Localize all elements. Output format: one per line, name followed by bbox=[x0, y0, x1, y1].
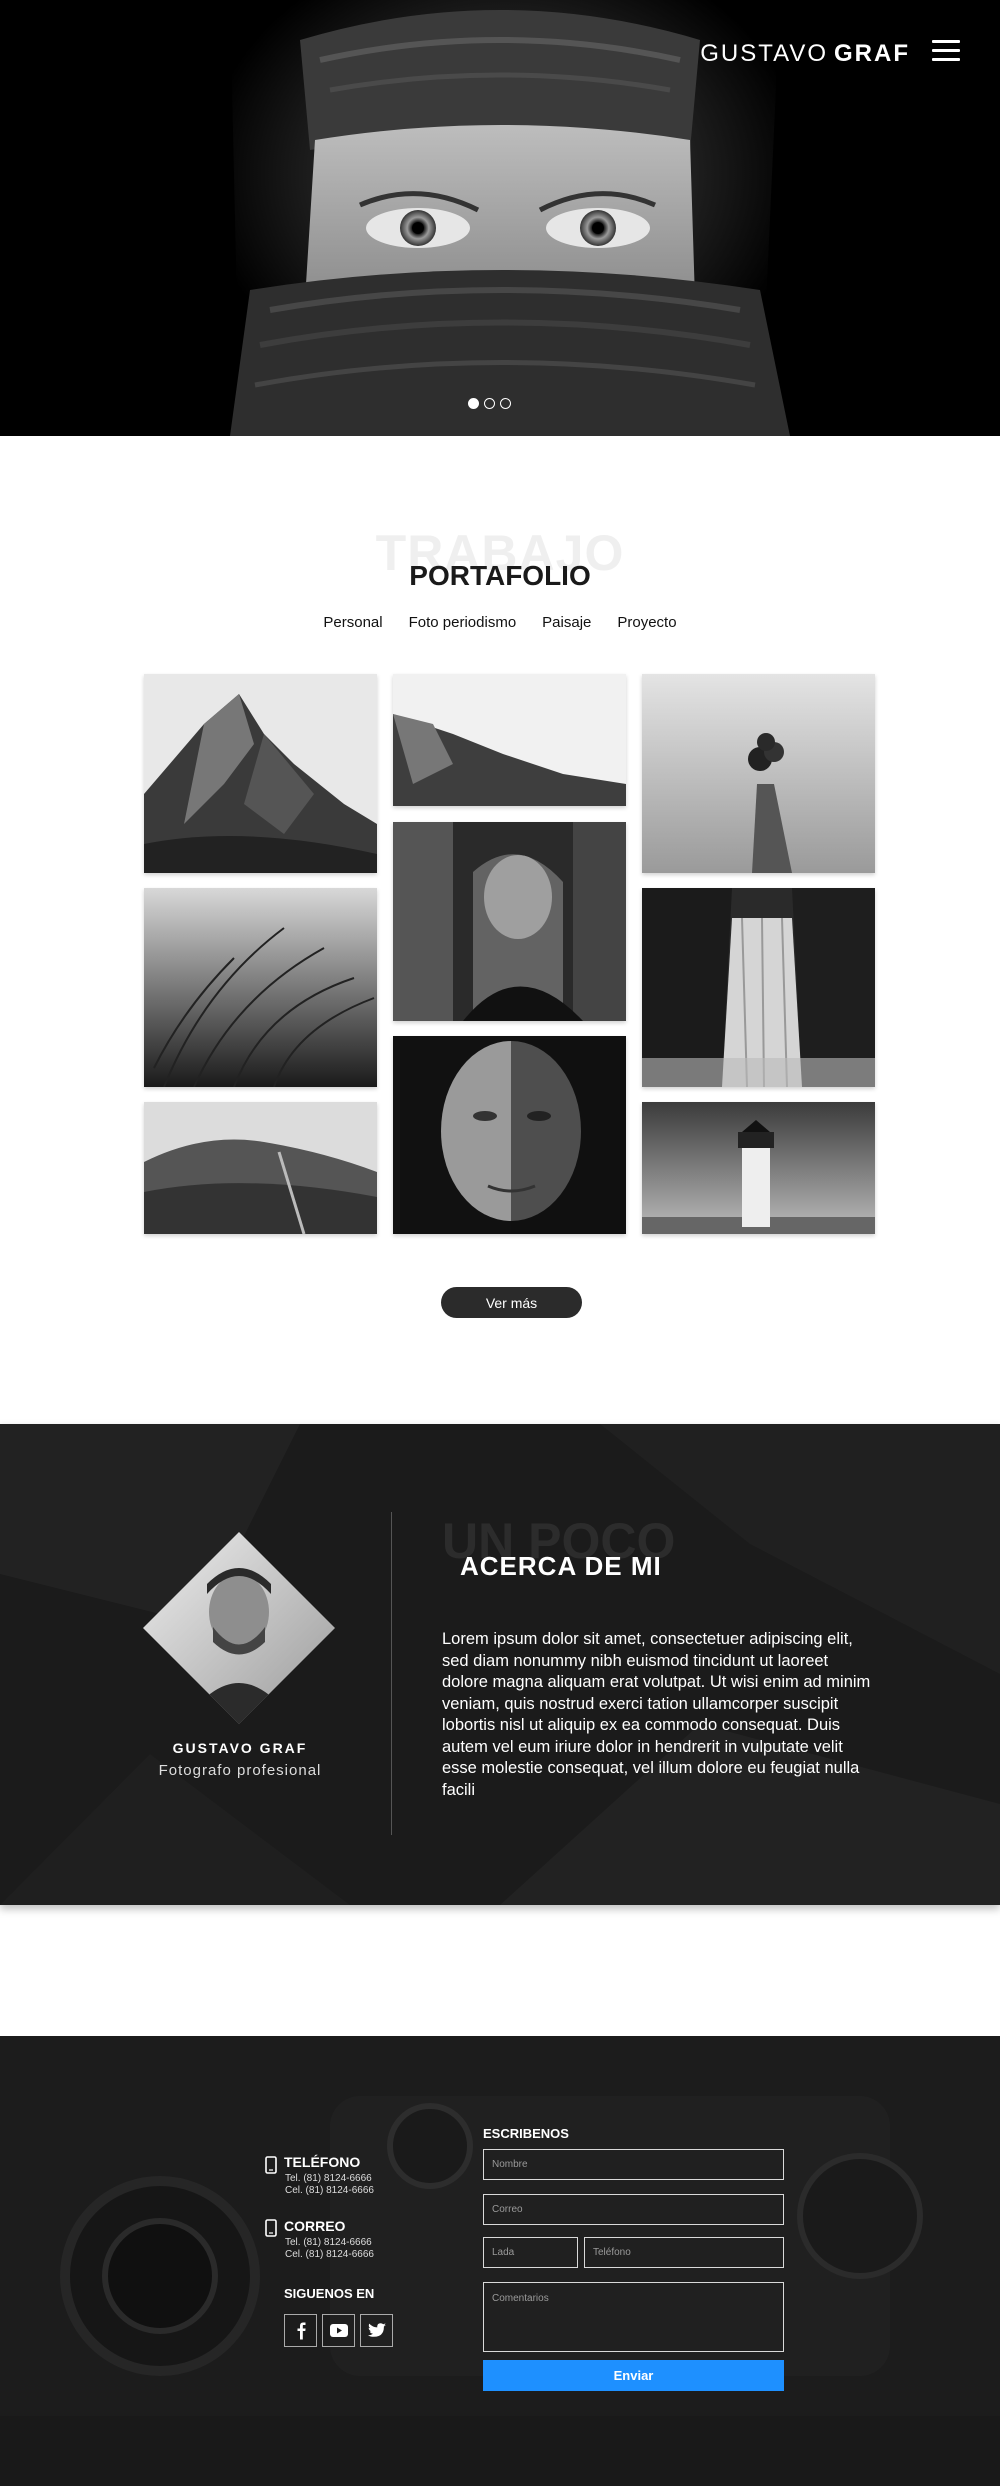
mail-icon bbox=[265, 2219, 277, 2237]
slider-dot-1[interactable] bbox=[468, 398, 479, 409]
gallery-photo-lighthouse[interactable] bbox=[642, 1102, 875, 1234]
slider-dots bbox=[468, 398, 511, 409]
gallery-photo-mountain-ridge[interactable] bbox=[393, 674, 626, 806]
gallery-photo-waterfall[interactable] bbox=[642, 888, 875, 1087]
gallery-photo-grass[interactable] bbox=[144, 888, 377, 1087]
phone-field[interactable] bbox=[584, 2237, 784, 2268]
filter-proyecto[interactable]: Proyecto bbox=[615, 614, 678, 631]
contact-section: TELÉFONO Tel. (81) 8124-6666 Cel. (81) 8… bbox=[0, 2036, 1000, 2486]
menu-bar bbox=[932, 49, 960, 52]
ver-mas-button[interactable]: Ver más bbox=[441, 1287, 582, 1318]
avatar bbox=[143, 1532, 335, 1724]
hamburger-menu-icon[interactable] bbox=[932, 40, 960, 64]
slider-dot-2[interactable] bbox=[484, 398, 495, 409]
hero-banner: GUSTAVO GRAF bbox=[0, 0, 1000, 436]
gallery-photo-flowers-hand[interactable] bbox=[642, 674, 875, 873]
gallery-photo-hills-path[interactable] bbox=[144, 1102, 377, 1234]
about-divider bbox=[391, 1512, 392, 1835]
about-title: ACERCA DE MI bbox=[460, 1551, 662, 1581]
social-links bbox=[284, 2314, 393, 2347]
filter-paisaje[interactable]: Paisaje bbox=[540, 614, 593, 631]
filter-foto-periodismo[interactable]: Foto periodismo bbox=[407, 614, 519, 631]
mail-title: CORREO bbox=[284, 2218, 346, 2234]
gallery-photo-mountain-peak[interactable] bbox=[144, 674, 377, 873]
youtube-icon[interactable] bbox=[322, 2314, 355, 2347]
logo-last-name: GRAF bbox=[834, 40, 910, 67]
menu-bar bbox=[932, 40, 960, 43]
portfolio-section: TRABAJO PORTAFOLIO Personal Foto periodi… bbox=[0, 436, 1000, 1424]
about-name: GUSTAVO GRAF bbox=[172, 1740, 308, 1756]
about-role: Fotografo profesional bbox=[158, 1762, 322, 1779]
menu-bar bbox=[932, 58, 960, 61]
mail-tel: Tel. (81) 8124-6666 bbox=[285, 2237, 372, 2248]
social-title: SIGUENOS EN bbox=[284, 2286, 375, 2301]
gallery-photo-woman-portrait[interactable] bbox=[393, 822, 626, 1021]
logo-first-name: GUSTAVO bbox=[700, 40, 828, 67]
portfolio-title: PORTAFOLIO bbox=[409, 560, 591, 591]
facebook-icon[interactable] bbox=[284, 2314, 317, 2347]
mail-cel: Cel. (81) 8124-6666 bbox=[285, 2249, 374, 2260]
phone-cel: Cel. (81) 8124-6666 bbox=[285, 2185, 374, 2196]
area-code-field[interactable] bbox=[483, 2237, 578, 2268]
slider-dot-3[interactable] bbox=[500, 398, 511, 409]
filter-personal[interactable]: Personal bbox=[321, 614, 384, 631]
send-button[interactable]: Enviar bbox=[483, 2360, 784, 2391]
about-section: GUSTAVO GRAF Fotografo profesional UN PO… bbox=[0, 1424, 1000, 1905]
phone-icon bbox=[265, 2156, 277, 2174]
twitter-icon[interactable] bbox=[360, 2314, 393, 2347]
site-logo[interactable]: GUSTAVO GRAF bbox=[700, 40, 910, 68]
name-field[interactable] bbox=[483, 2149, 784, 2180]
comments-field[interactable] bbox=[483, 2282, 784, 2352]
phone-title: TELÉFONO bbox=[284, 2154, 361, 2170]
gallery-photo-old-man[interactable] bbox=[393, 1036, 626, 1234]
portfolio-filters: Personal Foto periodismo Paisaje Proyect… bbox=[0, 614, 1000, 631]
phone-tel: Tel. (81) 8124-6666 bbox=[285, 2173, 372, 2184]
form-title: ESCRIBENOS bbox=[483, 2126, 569, 2141]
email-field[interactable] bbox=[483, 2194, 784, 2225]
about-description: Lorem ipsum dolor sit amet, consectetuer… bbox=[442, 1630, 871, 1799]
